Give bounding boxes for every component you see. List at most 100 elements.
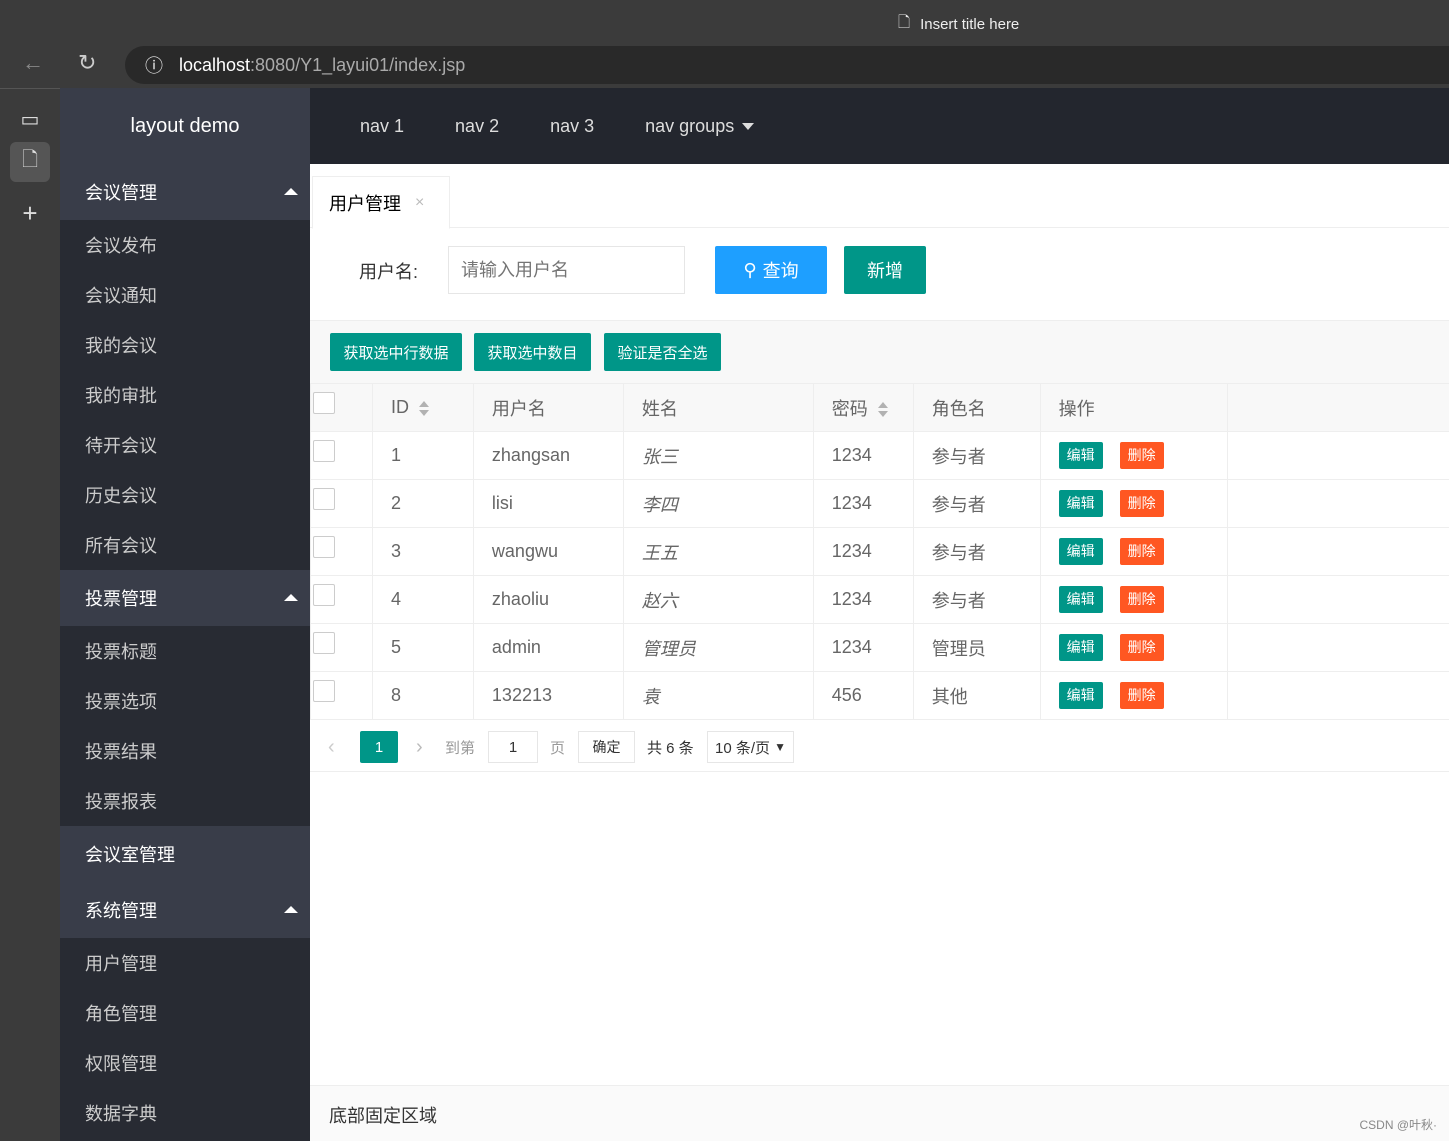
cell: 2 bbox=[371, 479, 474, 528]
watermark: CSDN @叶秋· bbox=[1359, 1118, 1437, 1132]
sidebar-item[interactable]: 会议通知 bbox=[60, 270, 310, 320]
username-label: 用户名: bbox=[359, 262, 419, 282]
cell: 管理员 bbox=[912, 623, 1041, 672]
delete-button[interactable]: 删除 bbox=[1119, 634, 1164, 661]
edit-button[interactable]: 编辑 bbox=[1058, 442, 1103, 469]
row-checkbox[interactable] bbox=[313, 439, 335, 462]
logo: layout demo bbox=[60, 88, 310, 164]
table-row: 3 wangwu 王五 1234 参与者 编辑 删除 bbox=[310, 527, 1449, 576]
col-name: 姓名 bbox=[622, 383, 814, 432]
cell: 李四 bbox=[622, 479, 814, 528]
top-nav: nav 1 nav 2 nav 3 nav groups bbox=[310, 88, 1449, 164]
sidebar-item[interactable]: 权限管理 bbox=[60, 1038, 310, 1088]
delete-button[interactable]: 删除 bbox=[1119, 682, 1164, 709]
get-selected-rows-button[interactable]: 获取选中行数据 bbox=[330, 333, 462, 371]
row-checkbox[interactable] bbox=[313, 631, 335, 654]
row-checkbox[interactable] bbox=[313, 583, 335, 606]
add-button[interactable]: 新增 bbox=[844, 246, 926, 294]
cell: 132213 bbox=[472, 671, 624, 720]
sidebar-item[interactable]: 数据字典 bbox=[60, 1088, 310, 1138]
prev-page-icon[interactable]: ‹ bbox=[328, 731, 335, 763]
sort-icon[interactable] bbox=[877, 402, 888, 418]
page-1[interactable]: 1 bbox=[360, 731, 398, 763]
search-button[interactable]: ⚲ 查询 bbox=[715, 246, 827, 294]
per-page-select[interactable]: 10 条/页 ▼ bbox=[707, 731, 794, 763]
sidebar-item[interactable]: 用户管理 bbox=[60, 938, 310, 988]
cell: zhaoliu bbox=[472, 575, 624, 624]
username-input[interactable] bbox=[448, 246, 685, 294]
sidebar-group[interactable]: 会议室管理 bbox=[60, 826, 310, 882]
sidebar-item[interactable]: 角色管理 bbox=[60, 988, 310, 1038]
sidebar-item[interactable]: 历史会议 bbox=[60, 470, 310, 520]
get-selected-count-button[interactable]: 获取选中数目 bbox=[474, 333, 591, 371]
sidebar-item[interactable]: 会议发布 bbox=[60, 220, 310, 270]
delete-button[interactable]: 删除 bbox=[1119, 442, 1164, 469]
cell: 1 bbox=[371, 431, 474, 480]
reload-icon[interactable]: ↻ bbox=[78, 50, 96, 76]
check-all-selected-button[interactable]: 验证是否全选 bbox=[604, 333, 721, 371]
nav-2[interactable]: nav 2 bbox=[455, 116, 499, 137]
row-checkbox[interactable] bbox=[313, 535, 335, 558]
footer: 底部固定区域 bbox=[310, 1085, 1449, 1141]
cell: zhangsan bbox=[472, 431, 624, 480]
select-all-checkbox[interactable] bbox=[313, 391, 335, 414]
browser-title-bar: 🗋 Insert title here bbox=[0, 0, 1449, 44]
cell: admin bbox=[472, 623, 624, 672]
user-table: ID 用户名 姓名 密码 角色名 操作 1 zhangsan 张三 1234 参与者 编辑… bbox=[310, 383, 1449, 720]
edit-button[interactable]: 编辑 bbox=[1058, 682, 1103, 709]
sidebar-item[interactable]: 投票选项 bbox=[60, 676, 310, 726]
tab-actions-icon[interactable]: ▭ bbox=[10, 99, 50, 139]
sidebar-item[interactable]: 投票报表 bbox=[60, 776, 310, 826]
sidebar-group[interactable]: 投票管理 bbox=[60, 570, 310, 626]
sidebar-item[interactable]: 我的会议 bbox=[60, 320, 310, 370]
sidebar-group[interactable]: 会议管理 bbox=[60, 164, 310, 220]
col-password[interactable]: 密码 bbox=[812, 383, 914, 432]
row-checkbox[interactable] bbox=[313, 487, 335, 510]
cell: lisi bbox=[472, 479, 624, 528]
sidebar-group[interactable]: 系统管理 bbox=[60, 882, 310, 938]
edit-button[interactable]: 编辑 bbox=[1058, 490, 1103, 517]
cell: 赵六 bbox=[622, 575, 814, 624]
cell: 8 bbox=[371, 671, 474, 720]
page-tab-icon[interactable]: 🗋 bbox=[10, 142, 50, 182]
total-count: 共 6 条 bbox=[647, 739, 694, 757]
col-role: 角色名 bbox=[912, 383, 1041, 432]
cell: 参与者 bbox=[912, 527, 1041, 576]
nav-groups[interactable]: nav groups bbox=[645, 116, 755, 137]
page-icon: 🗋 bbox=[898, 14, 911, 31]
pagination: ‹ 1 › 到第 1 页 确定 共 6 条 10 条/页 ▼ bbox=[310, 721, 1449, 772]
sort-icon[interactable] bbox=[418, 400, 429, 416]
nav-3[interactable]: nav 3 bbox=[550, 116, 594, 137]
sidebar-item[interactable]: 待开会议 bbox=[60, 420, 310, 470]
cell: 管理员 bbox=[622, 623, 814, 672]
chevron-down-icon: ▼ bbox=[774, 740, 786, 754]
cell: 参与者 bbox=[912, 479, 1041, 528]
goto-page-input[interactable]: 1 bbox=[488, 731, 538, 763]
row-checkbox[interactable] bbox=[313, 679, 335, 702]
nav-1[interactable]: nav 1 bbox=[360, 116, 404, 137]
sidebar-item[interactable]: 投票结果 bbox=[60, 726, 310, 776]
edit-button[interactable]: 编辑 bbox=[1058, 538, 1103, 565]
close-icon[interactable]: × bbox=[415, 194, 424, 212]
sidebar-item[interactable]: 投票标题 bbox=[60, 626, 310, 676]
delete-button[interactable]: 删除 bbox=[1119, 490, 1164, 517]
sidebar-item[interactable]: 所有会议 bbox=[60, 520, 310, 570]
back-icon[interactable]: ← bbox=[22, 50, 44, 76]
sidebar-item[interactable]: 我的审批 bbox=[60, 370, 310, 420]
cell: 袁 bbox=[622, 671, 814, 720]
cell: 参与者 bbox=[912, 575, 1041, 624]
caret-up-icon bbox=[284, 594, 298, 601]
table-row: 2 lisi 李四 1234 参与者 编辑 删除 bbox=[310, 479, 1449, 528]
table-row: 1 zhangsan 张三 1234 参与者 编辑 删除 bbox=[310, 431, 1449, 480]
col-id[interactable]: ID bbox=[371, 383, 474, 432]
tab-user-management[interactable]: 用户管理 × bbox=[312, 176, 450, 229]
edit-button[interactable]: 编辑 bbox=[1058, 634, 1103, 661]
new-tab-icon[interactable]: + bbox=[10, 193, 50, 233]
next-page-icon[interactable]: › bbox=[416, 731, 423, 763]
cell: 5 bbox=[371, 623, 474, 672]
confirm-page-button[interactable]: 确定 bbox=[578, 731, 635, 763]
edit-button[interactable]: 编辑 bbox=[1058, 586, 1103, 613]
delete-button[interactable]: 删除 bbox=[1119, 538, 1164, 565]
delete-button[interactable]: 删除 bbox=[1119, 586, 1164, 613]
address-bar[interactable]: ⓘ localhost:8080/Y1_layui01/index.jsp bbox=[125, 46, 1449, 84]
